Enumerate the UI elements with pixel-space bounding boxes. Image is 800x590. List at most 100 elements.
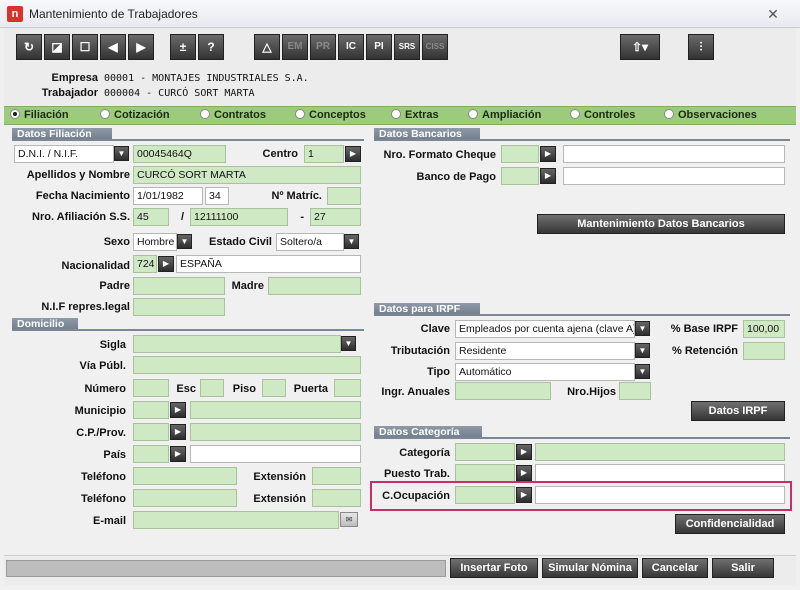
nombre-field[interactable]: CURCÓ SORT MARTA [133,166,361,184]
doc-type-select[interactable]: D.N.I. / N.I.F. [14,145,114,163]
provincia-field[interactable] [190,423,361,441]
tipo-select[interactable]: Automático [455,363,635,381]
nacionalidad-code-field[interactable]: 724 [133,255,157,273]
municipio-lookup-icon[interactable]: ▶ [170,402,186,418]
estado-civil-select[interactable]: Soltero/a [276,233,344,251]
esc-field[interactable] [200,379,224,397]
pi-button[interactable]: PI [366,34,392,60]
tab-observaciones[interactable]: Observaciones [664,109,757,121]
tab-conceptos[interactable]: Conceptos [295,109,366,121]
close-button[interactable]: ✕ [758,4,788,24]
municipio-label: Municipio [74,405,126,417]
prev-record-icon[interactable]: ◀ [100,34,126,60]
ic-button[interactable]: IC [338,34,364,60]
help-icon[interactable]: ? [198,34,224,60]
municipio-name-field[interactable] [190,401,361,419]
telefono1-field[interactable] [133,467,237,485]
confidencialidad-button[interactable]: Confidencialidad [675,514,785,534]
progress-bar [6,560,446,577]
tab-extras[interactable]: Extras [391,109,439,121]
afiliacion-number-field[interactable]: 12111100 [190,208,288,226]
ingresos-field[interactable] [455,382,551,400]
puesto-field[interactable] [455,464,515,482]
nav-dropdown-icon[interactable]: ⇧▾ [620,34,660,60]
email-field[interactable] [133,511,339,529]
pr-button[interactable]: PR [310,34,336,60]
clave-select[interactable]: Empleados por cuenta ajena (clave A) [455,320,635,338]
pais-label: País [103,449,126,461]
chevron-down-icon[interactable]: ▼ [344,234,359,249]
hijos-field[interactable] [619,382,651,400]
piso-label: Piso [232,383,256,395]
matricula-label: Nº Matríc. [271,190,322,202]
chevron-down-icon[interactable]: ▼ [114,146,129,161]
pais-code-field[interactable] [133,445,169,463]
mantenimiento-bancarios-button[interactable]: Mantenimiento Datos Bancarios [537,214,785,234]
extension1-field[interactable] [312,467,361,485]
refresh-icon[interactable]: ↻ [16,34,42,60]
settings-icon[interactable]: ⫶ [688,34,714,60]
telefono2-field[interactable] [133,489,237,507]
tab-contratos[interactable]: Contratos [200,109,266,121]
tab-filiacion[interactable]: Filiación [10,109,69,121]
padre-field[interactable] [133,277,225,295]
mail-icon[interactable]: ✉ [340,512,358,527]
tributacion-select[interactable]: Residente [455,342,635,360]
datos-irpf-button[interactable]: Datos IRPF [691,401,785,421]
tab-controles[interactable]: Controles [570,109,635,121]
nacionalidad-lookup-icon[interactable]: ▶ [158,256,174,272]
puesto-lookup-icon[interactable]: ▶ [516,465,532,481]
srs-button[interactable]: SRS [394,34,420,60]
repres-field[interactable] [133,298,225,316]
new-record-icon[interactable]: ☐ [72,34,98,60]
cancel-button[interactable]: Cancelar [642,558,708,578]
chevron-down-icon[interactable]: ▼ [635,343,650,358]
banco-pago-field[interactable] [501,167,539,185]
formato-cheque-field[interactable] [501,145,539,163]
puerta-field[interactable] [334,379,361,397]
chevron-down-icon[interactable]: ▼ [635,321,650,336]
tab-ampliacion[interactable]: Ampliación [468,109,541,121]
tab-cotizacion[interactable]: Cotización [100,109,170,121]
next-record-icon[interactable]: ▶ [128,34,154,60]
cp-field[interactable] [133,423,169,441]
chevron-down-icon[interactable]: ▼ [635,364,650,379]
chevron-down-icon[interactable]: ▼ [341,336,356,351]
categoria-field[interactable] [455,443,515,461]
edit-icon[interactable]: ◪ [44,34,70,60]
fecha-nacimiento-field[interactable]: 1/01/1982 [133,187,203,205]
categoria-lookup-icon[interactable]: ▶ [516,444,532,460]
insertar-foto-button[interactable]: Insertar Foto [450,558,538,578]
cp-lookup-icon[interactable]: ▶ [170,424,186,440]
piso-field[interactable] [262,379,286,397]
sigla-select[interactable] [133,335,341,353]
toolbar: ↻ ◪ ☐ ◀ ▶ ± ? △ EM PR IC PI SRS CISS ⇧▾ … [4,28,796,68]
simular-nomina-button[interactable]: Simular Nómina [542,558,638,578]
doc-number-field[interactable]: 00045464Q [133,145,226,163]
numero-field[interactable] [133,379,169,397]
madre-label: Madre [231,280,264,292]
matricula-field[interactable] [327,187,361,205]
madre-field[interactable] [268,277,361,295]
afiliacion-prov-field[interactable]: 45 [133,208,169,226]
ciss-button[interactable]: CISS [422,34,448,60]
banco-pago-lookup-icon[interactable]: ▶ [540,168,556,184]
warning-icon[interactable]: △ [254,34,280,60]
municipio-code-field[interactable] [133,401,169,419]
em-button[interactable]: EM [282,34,308,60]
exit-button[interactable]: Salir [712,558,774,578]
puerta-label: Puerta [293,383,328,395]
via-field[interactable] [133,356,361,374]
plus-minus-icon[interactable]: ± [170,34,196,60]
telefono2-label: Teléfono [80,493,126,505]
centro-lookup-icon[interactable]: ▶ [345,146,361,162]
pais-lookup-icon[interactable]: ▶ [170,446,186,462]
formato-cheque-lookup-icon[interactable]: ▶ [540,146,556,162]
afiliacion-control-field[interactable]: 27 [310,208,361,226]
sexo-select[interactable]: Hombre [133,233,177,251]
extension2-field[interactable] [312,489,361,507]
chevron-down-icon[interactable]: ▼ [177,234,192,249]
base-irpf-field[interactable]: 100,00 [743,320,785,338]
retencion-field[interactable] [743,342,785,360]
centro-field[interactable]: 1 [304,145,344,163]
